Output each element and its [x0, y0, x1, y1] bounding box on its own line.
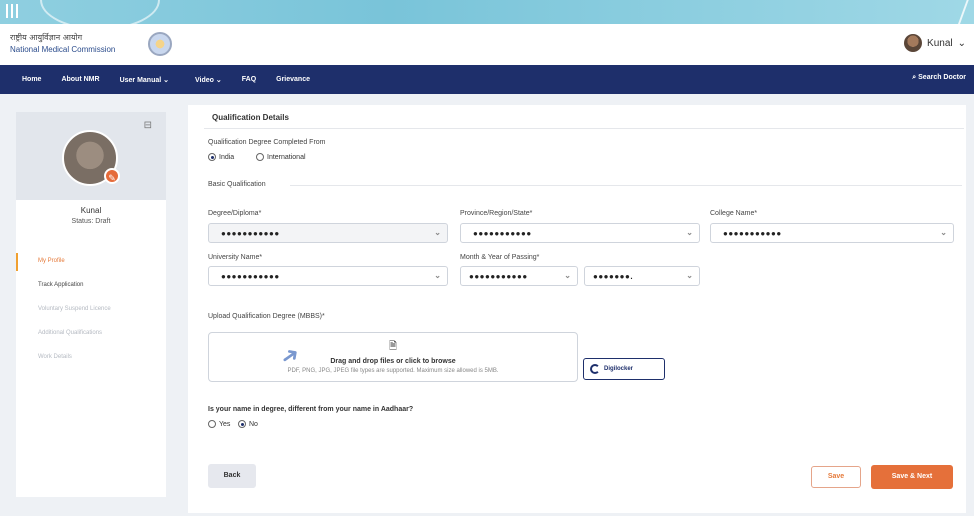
user-name: Kunal [927, 37, 953, 49]
chevron-down-icon: ⌄ [564, 271, 571, 280]
nav-video[interactable]: Video ⌄ [179, 76, 232, 84]
brand-name-english: National Medical Commission [10, 45, 116, 54]
digilocker-label: Digilocker [604, 366, 634, 372]
brand-name-hindi: राष्ट्रीय आयुर्विज्ञान आयोग [10, 33, 83, 42]
section-divider [204, 128, 964, 129]
radio-yes-label: Yes [219, 420, 231, 428]
banner-bars-decoration [6, 4, 18, 18]
degree-select[interactable]: ●●●●●●●●●●● ⌄ [208, 223, 448, 243]
name-diff-question: Is your name in degree, different from y… [208, 406, 414, 413]
section-title: Qualification Details [212, 113, 289, 122]
back-button[interactable]: Back [208, 464, 256, 488]
nmc-emblem-icon [148, 32, 172, 56]
province-select[interactable]: ●●●●●●●●●●● ⌄ [460, 223, 700, 243]
collapse-menu-icon[interactable]: ⊟ [144, 120, 152, 131]
user-menu[interactable]: Kunal ⌄ [904, 34, 966, 52]
profile-card: ⊟ ✎ [16, 112, 166, 200]
chevron-down-icon: ⌄ [434, 228, 441, 237]
profile-name: Kunal [80, 206, 102, 215]
radio-yes[interactable]: Yes [208, 420, 230, 428]
search-doctor-button[interactable]: ⌕ Search Doctor [912, 74, 966, 82]
province-label: Province/Region/State* [460, 210, 533, 217]
radio-india[interactable]: India [208, 153, 234, 161]
nav-faq[interactable]: FAQ [232, 76, 266, 83]
banner-slash-decoration [957, 0, 969, 24]
radio-india-label: India [219, 153, 235, 161]
brand-logo-text[interactable]: राष्ट्रीय आयुर्विज्ञान आयोग National Med… [10, 32, 115, 54]
chevron-down-icon: ⌄ [940, 228, 947, 237]
radio-no[interactable]: No [238, 420, 258, 428]
chevron-down-icon: ⌄ [686, 271, 693, 280]
edit-photo-icon[interactable]: ✎ [104, 168, 120, 184]
top-banner [0, 0, 974, 24]
university-select[interactable]: ●●●●●●●●●●● ⌄ [208, 266, 448, 286]
radio-no-label: No [249, 420, 258, 428]
sidebar-item-my-profile[interactable]: My Profile [16, 249, 166, 273]
digilocker-icon [590, 364, 600, 374]
chevron-down-icon: ⌄ [957, 37, 966, 49]
nav-user-manual[interactable]: User Manual ⌄ [110, 76, 179, 84]
user-avatar [904, 34, 923, 52]
sidebar-item-work-details[interactable]: Work Details [16, 345, 166, 369]
chevron-down-icon: ⌄ [686, 228, 693, 237]
year-value: ●●●●●●●. [593, 272, 634, 281]
save-button[interactable]: Save [811, 466, 861, 488]
university-label: University Name* [208, 254, 263, 261]
month-value: ●●●●●●●●●●● [469, 272, 528, 281]
radio-international-label: International [267, 153, 306, 161]
college-select[interactable]: ●●●●●●●●●●● ⌄ [710, 223, 954, 243]
nav-home[interactable]: Home [0, 76, 51, 83]
profile-status: Status: Draft [71, 218, 111, 225]
main-nav: Home About NMR User Manual ⌄ Video ⌄ FAQ… [0, 65, 974, 94]
sidebar-menu: My Profile Track Application Voluntary S… [16, 249, 166, 369]
year-select[interactable]: ●●●●●●●. ⌄ [584, 266, 700, 286]
radio-no-selected-icon [238, 420, 246, 428]
nav-grievance[interactable]: Grievance [266, 76, 320, 83]
chevron-down-icon: ⌄ [434, 271, 441, 280]
digilocker-button[interactable]: Digilocker [583, 358, 665, 380]
sidebar-item-additional-qualifications[interactable]: Additional Qualifications [16, 321, 166, 345]
file-upload-dropzone[interactable]: ➜ 🗎 Drag and drop files or click to brow… [208, 332, 578, 382]
province-value: ●●●●●●●●●●● [473, 229, 532, 238]
university-value: ●●●●●●●●●●● [221, 272, 280, 281]
degree-from-label: Qualification Degree Completed From [208, 139, 326, 146]
qualification-form: Qualification Details Qualification Degr… [188, 105, 966, 513]
college-value: ●●●●●●●●●●● [723, 229, 782, 238]
profile-sidebar: ⊟ ✎ Kunal Status: Draft My Profile Track… [16, 112, 166, 497]
file-icon: 🗎 [388, 341, 398, 352]
banner-swoosh-decoration [40, 0, 160, 24]
upload-label: Upload Qualification Degree (MBBS)* [208, 313, 325, 320]
sidebar-item-track-application[interactable]: Track Application [16, 273, 166, 297]
upload-hint: PDF, PNG, JPG, JPEG file types are suppo… [287, 368, 499, 374]
nav-about-nmr[interactable]: About NMR [51, 76, 109, 83]
save-next-button[interactable]: Save & Next [871, 465, 953, 489]
degree-value: ●●●●●●●●●●● [221, 229, 280, 238]
month-select[interactable]: ●●●●●●●●●●● ⌄ [460, 266, 578, 286]
search-doctor-label: Search Doctor [918, 74, 966, 81]
degree-label: Degree/Diploma* [208, 210, 262, 217]
college-label: College Name* [710, 210, 758, 217]
radio-india-selected-icon [208, 153, 216, 161]
basic-qualification-divider [290, 185, 962, 186]
radio-yes-icon [208, 420, 216, 428]
radio-international-icon [256, 153, 264, 161]
month-year-label: Month & Year of Passing* [460, 254, 540, 261]
site-header: राष्ट्रीय आयुर्विज्ञान आयोग National Med… [0, 24, 974, 65]
upload-instruction: Drag and drop files or click to browse [330, 358, 456, 365]
sidebar-item-voluntary-suspend[interactable]: Voluntary Suspend Licence [16, 297, 166, 321]
basic-qualification-label: Basic Qualification [208, 181, 266, 188]
radio-international[interactable]: International [256, 153, 306, 161]
